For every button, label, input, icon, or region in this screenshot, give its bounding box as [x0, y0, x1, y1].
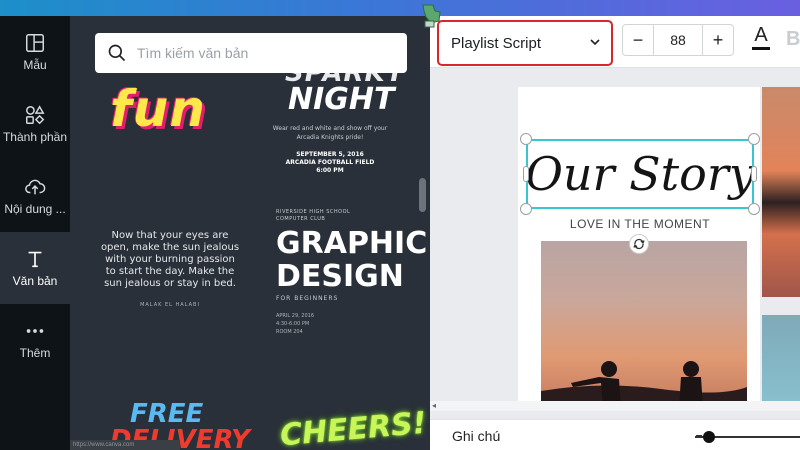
design-word: DESIGN: [276, 259, 404, 294]
resize-handle-right[interactable]: [751, 166, 757, 182]
decrease-size-button[interactable]: −: [623, 25, 653, 55]
quote-author: MALAK EL HALABI: [140, 302, 200, 308]
night-description: Wear red and white and show off your Arc…: [272, 125, 388, 141]
zoom-slider-knob[interactable]: [703, 431, 715, 443]
sidebar-item-label: Thành phần: [2, 130, 68, 144]
sidebar-item-label: Mẫu: [23, 58, 47, 72]
adjacent-page-photo-2[interactable]: [762, 315, 800, 401]
text-sample-night[interactable]: NIGHT: [288, 82, 394, 117]
silhouette-image: [541, 361, 747, 401]
text-sample-fun[interactable]: fun: [110, 80, 206, 138]
chevron-down-icon: [590, 39, 600, 46]
resize-handle-top-left[interactable]: [520, 133, 532, 145]
sidebar-item-uploads[interactable]: Nội dung ...: [0, 160, 70, 232]
chevron-up-icon[interactable]: [335, 406, 347, 416]
text-icon: [28, 251, 42, 268]
design-canvas[interactable]: Our Story LOVE IN THE MOMENT: [430, 69, 800, 401]
canvas-subtitle-text[interactable]: LOVE IN THE MOMENT: [526, 217, 754, 231]
rotate-handle[interactable]: [629, 234, 649, 254]
couple-photo[interactable]: [541, 241, 747, 401]
notes-button[interactable]: Ghi chú: [452, 428, 500, 444]
rotate-icon: [633, 238, 645, 250]
text-color-icon: A: [754, 24, 768, 46]
club-line: COMPUTER CLUB: [276, 216, 326, 222]
search-box[interactable]: [95, 33, 407, 73]
font-family-value: Playlist Script: [451, 34, 542, 52]
text-sample-free[interactable]: FREE: [130, 400, 203, 428]
school-name: RIVERSIDE HIGH SCHOOL COMPUTER CLUB: [276, 209, 350, 223]
font-size-input[interactable]: 88: [653, 25, 703, 55]
template-icon: [26, 34, 44, 52]
horizontal-scrollbar[interactable]: ◂: [430, 401, 800, 411]
selection-box: [526, 139, 754, 209]
event-room: ROOM 204: [276, 329, 303, 335]
text-color-button[interactable]: A: [750, 24, 772, 54]
night-time: 6:00 PM: [316, 167, 344, 174]
sidebar-item-label: Nội dung ...: [4, 202, 66, 216]
event-details: APRIL 29, 2016 4:30-6:00 PM ROOM 204: [276, 312, 314, 336]
event-time: 4:30-6:00 PM: [276, 321, 310, 327]
search-input[interactable]: [137, 45, 387, 61]
more-icon: [26, 329, 44, 333]
sidebar-item-elements[interactable]: Thành phần: [0, 88, 70, 160]
text-sample-quote[interactable]: Now that your eyes are open, make the su…: [100, 230, 240, 290]
sidebar-item-templates[interactable]: Mẫu: [0, 16, 70, 88]
event-date: APRIL 29, 2016: [276, 313, 315, 319]
adjacent-page-photo[interactable]: [762, 87, 800, 297]
text-sample-graphic-design[interactable]: GRAPHIC DESIGN: [276, 227, 427, 293]
hand-cursor-icon: [422, 4, 441, 28]
sidebar-item-text[interactable]: Văn bản: [0, 232, 70, 304]
bold-button[interactable]: B: [786, 28, 800, 51]
text-sample-cheers[interactable]: CHEERS!: [279, 406, 428, 450]
status-url: https://www.canva.com: [70, 440, 180, 450]
increase-size-button[interactable]: +: [703, 25, 733, 55]
beginners-label: FOR BEGINNERS: [276, 295, 339, 302]
panel-scrollbar[interactable]: [419, 178, 426, 212]
resize-handle-top-right[interactable]: [748, 133, 760, 145]
school-line: RIVERSIDE HIGH SCHOOL: [276, 209, 351, 215]
sidebar-item-label: Văn bản: [12, 274, 58, 288]
bottom-bar: Ghi chú: [430, 419, 800, 450]
sidebar-item-label: Thêm: [19, 346, 51, 360]
upload-icon: [25, 179, 46, 195]
resize-handle-left[interactable]: [523, 166, 529, 182]
elements-icon: [26, 105, 45, 125]
text-panel: fun SPARKY NIGHT Wear red and white and …: [70, 16, 430, 450]
font-family-dropdown[interactable]: Playlist Script: [437, 20, 613, 66]
resize-handle-bottom-left[interactable]: [520, 203, 532, 215]
search-icon: [108, 44, 126, 62]
font-size-stepper: − 88 +: [622, 24, 734, 56]
text-color-swatch: [752, 47, 770, 50]
top-header-strip: [0, 0, 800, 16]
editor-toolbar: Playlist Script − 88 + A B: [430, 16, 800, 68]
resize-handle-bottom-right[interactable]: [748, 203, 760, 215]
sidebar-item-more[interactable]: Thêm: [0, 304, 70, 376]
graphic-word: GRAPHIC: [276, 226, 428, 261]
left-rail: Mẫu Thành phần Nội dung ... Văn bản Thêm: [0, 16, 70, 450]
scroll-left-icon[interactable]: ◂: [432, 401, 436, 410]
